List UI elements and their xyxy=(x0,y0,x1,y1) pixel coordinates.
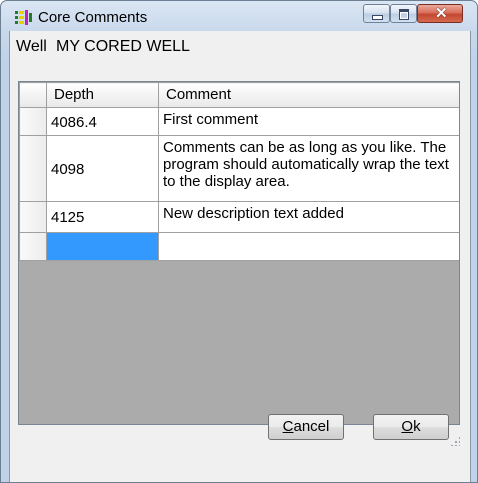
cancel-accelerator: C xyxy=(282,418,294,435)
app-icon xyxy=(15,10,32,25)
table-row: 4125 New description text added xyxy=(19,201,459,233)
table-row: 4098 Comments can be as long as you like… xyxy=(19,135,459,202)
row-header[interactable] xyxy=(19,107,47,136)
comment-cell[interactable]: First comment xyxy=(158,107,459,136)
maximize-icon xyxy=(399,9,409,20)
close-icon: ✕ xyxy=(435,5,448,22)
comment-cell[interactable]: New description text added xyxy=(158,201,459,233)
title-bar[interactable]: Core Comments ✕ xyxy=(1,1,477,31)
comment-cell[interactable] xyxy=(158,232,459,261)
depth-cell-selected[interactable] xyxy=(46,232,159,261)
cancel-button[interactable]: Cancel xyxy=(268,414,344,440)
close-button[interactable]: ✕ xyxy=(417,4,463,23)
row-header[interactable] xyxy=(19,232,47,261)
maximize-button[interactable] xyxy=(390,4,417,23)
comments-grid[interactable]: Depth Comment 4086.4 First comment 4098 … xyxy=(18,81,460,425)
ok-label: k xyxy=(413,418,421,435)
minimize-icon xyxy=(372,15,383,20)
comment-cell[interactable]: Comments can be as long as you like. The… xyxy=(158,135,459,202)
grid-corner-cell[interactable] xyxy=(19,82,47,108)
core-comments-window: Core Comments ✕ Well MY CORED WELL Depth xyxy=(0,0,478,483)
column-header-comment[interactable]: Comment xyxy=(158,82,459,108)
new-row xyxy=(19,232,459,261)
ok-accelerator: O xyxy=(401,418,414,435)
minimize-button[interactable] xyxy=(363,4,390,23)
column-header-depth[interactable]: Depth xyxy=(46,82,159,108)
depth-cell[interactable]: 4125 xyxy=(46,201,159,233)
depth-cell[interactable]: 4086.4 xyxy=(46,107,159,136)
well-name: MY CORED WELL xyxy=(56,38,190,55)
row-header[interactable] xyxy=(19,201,47,233)
row-header[interactable] xyxy=(19,135,47,202)
cancel-label: ancel xyxy=(293,418,330,435)
table-row: 4086.4 First comment xyxy=(19,107,459,136)
well-label: Well xyxy=(16,38,47,55)
depth-cell[interactable]: 4098 xyxy=(46,135,159,202)
grid-header-row: Depth Comment xyxy=(19,82,459,108)
ok-button[interactable]: Ok xyxy=(373,414,449,440)
window-title: Core Comments xyxy=(38,9,148,26)
